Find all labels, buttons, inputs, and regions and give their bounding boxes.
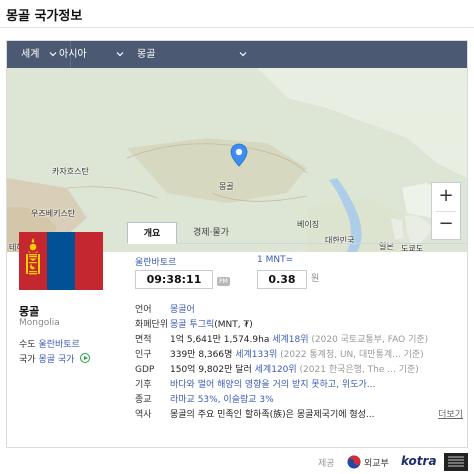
gdp-value: 150억 9,802만 달러 bbox=[170, 365, 255, 375]
currency-label: 1 MNT= bbox=[257, 255, 294, 265]
currency-link[interactable]: 몽골 투그릭 bbox=[170, 320, 214, 330]
info-value: 339만 8,366명 세계133위 (2022 통계청, UN, 대만통계..… bbox=[170, 348, 424, 363]
provider-footer: 제공 외교부 kotra bbox=[0, 450, 474, 474]
capital-label: 수도 bbox=[19, 340, 36, 350]
area-value: 1억 5,641만 1,574.9ha bbox=[170, 335, 273, 345]
info-row-history: 역사 몽골의 주요 민족인 할하족(族)은 몽골제국기에 형성... 더보기 bbox=[135, 408, 463, 423]
info-tabs: 개요 경제·물가 bbox=[127, 222, 467, 244]
local-time: 09:38:11 bbox=[135, 270, 213, 289]
currency-code: (MNT, ₮) bbox=[214, 320, 253, 330]
language-link[interactable]: 몽골어 bbox=[170, 305, 195, 315]
capital-row: 수도 울란바토르 bbox=[19, 337, 80, 350]
info-row-currency: 화폐단위 몽골 투그릭(MNT, ₮) bbox=[135, 318, 463, 333]
info-key: 면적 bbox=[135, 335, 152, 345]
info-key: 화폐단위 bbox=[135, 320, 169, 330]
zoom-in-button[interactable]: + bbox=[432, 183, 460, 211]
country-card: 세계 아시아 몽골 카자흐스탄 우즈베키스탄 테헤란 몽골 베이징 bbox=[6, 40, 468, 448]
country-name-en: Mongolia bbox=[19, 318, 60, 328]
population-source: (2022 통계청, UN, 대만통계... 기준) bbox=[277, 350, 424, 360]
breadcrumb-mongolia[interactable]: 몽골 bbox=[137, 41, 155, 68]
info-row-area: 면적 1억 5,641만 1,574.9ha 세계18위 (2020 국토교통부… bbox=[135, 333, 463, 348]
map-label-kazakhstan: 카자흐스탄 bbox=[52, 167, 89, 176]
title-divider bbox=[0, 27, 474, 28]
page-title: 몽골 국가정보 bbox=[6, 9, 83, 24]
info-value: 150억 9,802만 달러 세계120위 (2021 한국은행, The ..… bbox=[170, 363, 419, 378]
info-key: GDP bbox=[135, 365, 155, 375]
country-name: 몽골 bbox=[19, 305, 40, 318]
chevron-down-icon bbox=[239, 52, 247, 57]
naks-mark bbox=[446, 455, 466, 469]
info-row-language: 언어 몽골어 bbox=[135, 303, 463, 318]
breadcrumb: 세계 아시아 몽골 bbox=[7, 41, 467, 68]
info-key: 언어 bbox=[135, 305, 152, 315]
population-rank[interactable]: 세계133위 bbox=[235, 350, 277, 360]
population-value: 339만 8,366명 bbox=[170, 350, 236, 360]
taegeuk-icon bbox=[347, 455, 361, 469]
location-pin-icon[interactable] bbox=[230, 143, 248, 167]
history-text: 몽골의 주요 민족인 할하족(族)은 몽골제국기에 형성... bbox=[170, 410, 375, 420]
map-label-mongolia: 몽골 bbox=[219, 182, 234, 191]
gdp-rank[interactable]: 세계120위 bbox=[255, 365, 297, 375]
info-key: 역사 bbox=[135, 410, 152, 420]
info-row-gdp: GDP 150억 9,802만 달러 세계120위 (2021 한국은행, Th… bbox=[135, 363, 463, 378]
time-city: 울란바토르 bbox=[135, 258, 177, 268]
map-label-uzbekistan: 우즈베키스탄 bbox=[31, 209, 76, 218]
map-label-tokyo: 도쿄도 bbox=[401, 244, 424, 252]
gdp-source: (2021 한국은행, The ... 기준) bbox=[296, 365, 419, 375]
chevron-down-icon bbox=[116, 52, 124, 57]
info-value: 라마교 53%, 이슬람교 3% bbox=[170, 393, 274, 408]
info-row-population: 인구 339만 8,366명 세계133위 (2022 통계청, UN, 대만통… bbox=[135, 348, 463, 363]
mofa-logo[interactable]: 외교부 bbox=[347, 453, 397, 471]
info-value: 몽골의 주요 민족인 할하족(族)은 몽골제국기에 형성... bbox=[170, 408, 375, 423]
breadcrumb-asia[interactable]: 아시아 bbox=[59, 41, 87, 68]
info-row-climate: 기후 바다와 멀어 해양의 영향을 거의 받지 못하고, 위도가... bbox=[135, 378, 463, 393]
religion-link[interactable]: 라마교 53%, 이슬람교 3% bbox=[170, 395, 274, 405]
provider-label: 제공 bbox=[318, 459, 335, 469]
anthem-label: 국가 bbox=[19, 355, 36, 365]
breadcrumb-world[interactable]: 세계 bbox=[21, 41, 39, 68]
info-key: 기후 bbox=[135, 380, 152, 390]
info-key: 인구 bbox=[135, 350, 152, 360]
chevron-down-icon bbox=[49, 52, 57, 57]
mongolia-flag bbox=[19, 232, 103, 290]
capital-link[interactable]: 울란바토르 bbox=[38, 340, 79, 350]
anthem-row: 국가 몽골 국가 bbox=[19, 352, 91, 365]
info-value: 몽골어 bbox=[170, 303, 195, 318]
tab-economy[interactable]: 경제·물가 bbox=[181, 222, 241, 244]
kotra-logo[interactable]: kotra bbox=[401, 454, 437, 468]
naks-logo[interactable] bbox=[444, 453, 468, 471]
climate-link[interactable]: 바다와 멀어 해양의 영향을 거의 받지 못하고, 위도가... bbox=[170, 380, 375, 390]
info-value: 바다와 멀어 해양의 영향을 거의 받지 못하고, 위도가... bbox=[170, 378, 375, 393]
info-value: 몽골 투그릭(MNT, ₮) bbox=[170, 318, 253, 333]
currency-unit: 원 bbox=[311, 274, 320, 284]
anthem-link[interactable]: 몽골 국가 bbox=[38, 355, 74, 365]
more-link[interactable]: 더보기 bbox=[434, 408, 463, 423]
play-icon[interactable] bbox=[80, 353, 91, 363]
tab-overview[interactable]: 개요 bbox=[127, 222, 177, 244]
info-value: 1억 5,641만 1,574.9ha 세계18위 (2020 국토교통부, F… bbox=[170, 333, 428, 348]
area-source: (2020 국토교통부, FAO 기준) bbox=[308, 335, 429, 345]
currency-rate: 0.38 bbox=[257, 270, 307, 289]
area-rank[interactable]: 세계18위 bbox=[272, 335, 308, 345]
info-key: 종교 bbox=[135, 395, 152, 405]
info-row-religion: 종교 라마교 53%, 이슬람교 3% bbox=[135, 393, 463, 408]
time-ampm-tag: PM bbox=[217, 277, 230, 286]
mofa-label: 외교부 bbox=[364, 459, 389, 469]
